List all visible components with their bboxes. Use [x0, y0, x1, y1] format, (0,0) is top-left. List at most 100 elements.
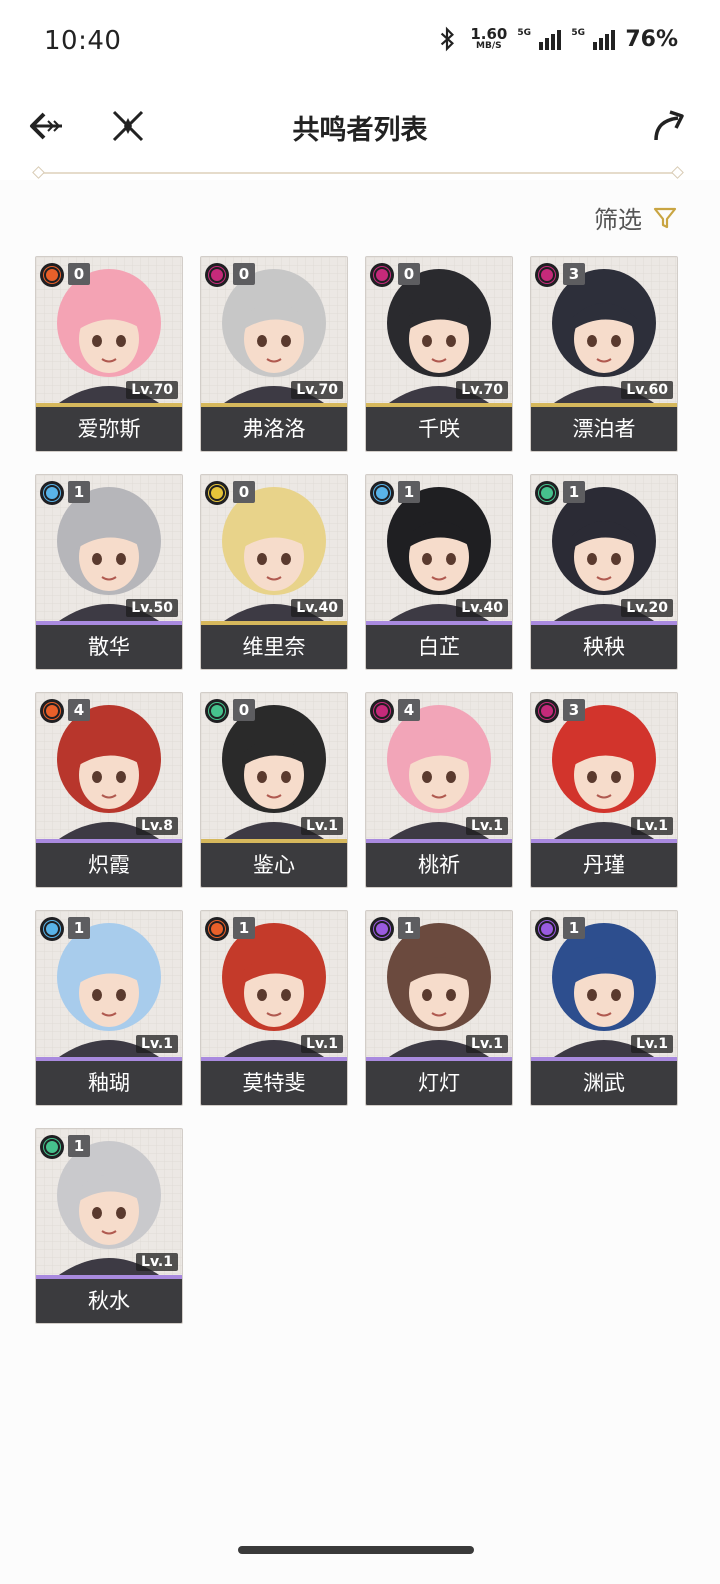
level-badge: Lv.1 [136, 1035, 178, 1053]
character-name: 渊武 [531, 1061, 677, 1105]
level-badge: Lv.1 [631, 817, 673, 835]
character-card[interactable]: 4 Lv.1 桃祈 [365, 692, 513, 888]
character-card[interactable]: 4 Lv.8 炽霞 [35, 692, 183, 888]
sequence-badge: 4 [398, 699, 420, 721]
sequence-badge: 0 [233, 481, 255, 503]
character-name: 千咲 [366, 407, 512, 451]
status-icons: 1.60 MB/S 5G 5G 76% [434, 26, 678, 52]
level-badge: Lv.8 [136, 817, 178, 835]
filter-label: 筛选 [594, 206, 642, 234]
sequence-badge: 3 [563, 699, 585, 721]
character-card[interactable]: 1 Lv.1 灯灯 [365, 910, 513, 1106]
level-badge: Lv.70 [291, 381, 343, 399]
character-name: 漂泊者 [531, 407, 677, 451]
sequence-badge: 1 [398, 917, 420, 939]
character-card[interactable]: 3 Lv.60 漂泊者 [530, 256, 678, 452]
character-name: 秋水 [36, 1279, 182, 1323]
level-badge: Lv.1 [631, 1035, 673, 1053]
sequence-badge: 0 [68, 263, 90, 285]
character-card[interactable]: 1 Lv.50 散华 [35, 474, 183, 670]
sim2-signal-icon: 5G [571, 28, 616, 50]
character-card[interactable]: 1 Lv.1 渊武 [530, 910, 678, 1106]
sim1-signal-icon: 5G [517, 28, 562, 50]
level-badge: Lv.50 [126, 599, 178, 617]
fire-element-icon [40, 263, 64, 287]
sequence-badge: 3 [563, 263, 585, 285]
level-badge: Lv.20 [621, 599, 673, 617]
app-header: 共鸣者列表 [0, 84, 720, 180]
status-bar: 10:40 1.60 MB/S 5G 5G 76% [0, 0, 720, 84]
sequence-badge: 1 [233, 917, 255, 939]
glacio-element-icon [40, 481, 64, 505]
spectro-element-icon [205, 481, 229, 505]
character-grid: 0 Lv.70 爱弥斯 0 Lv.70 弗洛洛 0 Lv.70 千咲 3 Lv.… [35, 256, 685, 1324]
filter-button[interactable]: 筛选 [594, 200, 678, 235]
character-name: 桃祈 [366, 843, 512, 887]
level-badge: Lv.40 [456, 599, 508, 617]
home-indicator[interactable] [238, 1546, 474, 1554]
sequence-badge: 0 [398, 263, 420, 285]
havoc-element-icon [370, 263, 394, 287]
character-name: 秧秧 [531, 625, 677, 669]
character-name: 灯灯 [366, 1061, 512, 1105]
character-card[interactable]: 1 Lv.1 莫特斐 [200, 910, 348, 1106]
share-arrow-icon[interactable] [648, 106, 688, 146]
character-card[interactable]: 3 Lv.1 丹瑾 [530, 692, 678, 888]
sequence-badge: 0 [233, 263, 255, 285]
character-name: 维里奈 [201, 625, 347, 669]
character-name: 弗洛洛 [201, 407, 347, 451]
character-card[interactable]: 1 Lv.1 釉瑚 [35, 910, 183, 1106]
character-name: 釉瑚 [36, 1061, 182, 1105]
character-card[interactable]: 1 Lv.1 秋水 [35, 1128, 183, 1324]
sim1-tag: 5G [517, 28, 531, 38]
electro-element-icon [370, 917, 394, 941]
sequence-badge: 1 [398, 481, 420, 503]
character-name: 莫特斐 [201, 1061, 347, 1105]
network-speed: 1.60 MB/S [470, 27, 507, 51]
sequence-badge: 1 [563, 481, 585, 503]
funnel-icon [653, 207, 677, 228]
aero-element-icon [40, 1135, 64, 1159]
character-card[interactable]: 0 Lv.70 爱弥斯 [35, 256, 183, 452]
fire-element-icon [40, 699, 64, 723]
electro-element-icon [535, 917, 559, 941]
character-card[interactable]: 0 Lv.70 弗洛洛 [200, 256, 348, 452]
character-card[interactable]: 0 Lv.40 维里奈 [200, 474, 348, 670]
network-speed-unit: MB/S [476, 41, 502, 51]
bluetooth-icon [441, 26, 455, 52]
character-name: 白芷 [366, 625, 512, 669]
character-card[interactable]: 0 Lv.1 鉴心 [200, 692, 348, 888]
page-title: 共鸣者列表 [292, 115, 428, 146]
aero-element-icon [205, 699, 229, 723]
level-badge: Lv.1 [136, 1253, 178, 1271]
glacio-element-icon [370, 481, 394, 505]
character-name: 散华 [36, 625, 182, 669]
level-badge: Lv.1 [466, 817, 508, 835]
character-card[interactable]: 1 Lv.20 秧秧 [530, 474, 678, 670]
sequence-badge: 1 [68, 917, 90, 939]
sequence-badge: 0 [233, 699, 255, 721]
havoc-element-icon [535, 699, 559, 723]
level-badge: Lv.1 [301, 1035, 343, 1053]
havoc-element-icon [205, 263, 229, 287]
battery-level: 76% [625, 26, 678, 52]
character-name: 鉴心 [201, 843, 347, 887]
havoc-element-icon [370, 699, 394, 723]
level-badge: Lv.1 [301, 817, 343, 835]
level-badge: Lv.70 [126, 381, 178, 399]
level-badge: Lv.1 [466, 1035, 508, 1053]
sequence-badge: 1 [68, 481, 90, 503]
sequence-badge: 1 [563, 917, 585, 939]
sequence-badge: 4 [68, 699, 90, 721]
fire-element-icon [205, 917, 229, 941]
aero-element-icon [535, 481, 559, 505]
sequence-badge: 1 [68, 1135, 90, 1157]
network-speed-value: 1.60 [470, 25, 508, 43]
sim2-tag: 5G [571, 28, 585, 38]
level-badge: Lv.60 [621, 381, 673, 399]
havoc-element-icon [535, 263, 559, 287]
character-card[interactable]: 1 Lv.40 白芷 [365, 474, 513, 670]
character-name: 爱弥斯 [36, 407, 182, 451]
character-card[interactable]: 0 Lv.70 千咲 [365, 256, 513, 452]
level-badge: Lv.70 [456, 381, 508, 399]
